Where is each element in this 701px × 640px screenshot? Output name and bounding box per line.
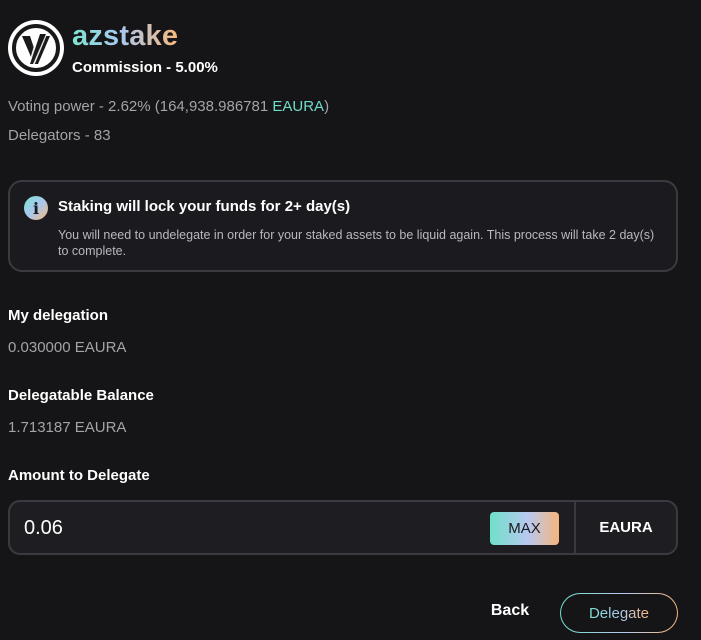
- notice-body: You will need to undelegate in order for…: [58, 228, 655, 258]
- max-button[interactable]: MAX: [490, 512, 559, 545]
- delegate-button[interactable]: Delegate: [560, 593, 678, 633]
- info-icon: i: [24, 196, 48, 220]
- voting-power-text: Voting power - 2.62% (164,938.986781: [8, 98, 273, 115]
- staking-lock-notice: i Staking will lock your funds for 2+ da…: [8, 180, 678, 272]
- delegators-count: Delegators - 83: [8, 127, 111, 144]
- voting-power: Voting power - 2.62% (164,938.986781 EAU…: [8, 98, 329, 116]
- amount-field: MAX EAURA: [8, 500, 678, 555]
- amount-to-delegate-label: Amount to Delegate: [8, 467, 150, 484]
- validator-name: azstake: [72, 20, 179, 52]
- notice-title: Staking will lock your funds for 2+ day(…: [58, 198, 351, 215]
- validator-avatar: [8, 20, 64, 76]
- back-button[interactable]: Back: [472, 593, 548, 629]
- voting-power-denom: EAURA: [272, 98, 325, 115]
- voting-power-suffix: ): [324, 98, 330, 115]
- amount-denom: EAURA: [599, 519, 653, 536]
- delegatable-balance-label: Delegatable Balance: [8, 387, 154, 404]
- delegatable-balance-value: 1.713187 EAURA: [8, 419, 127, 436]
- validator-logo-icon: [9, 21, 63, 75]
- delegate-button-label: Delegate: [588, 604, 650, 622]
- amount-input[interactable]: [24, 512, 464, 544]
- validator-commission: Commission - 5.00%: [72, 59, 218, 76]
- my-delegation-label: My delegation: [8, 307, 109, 324]
- my-delegation-value: 0.030000 EAURA: [8, 339, 127, 356]
